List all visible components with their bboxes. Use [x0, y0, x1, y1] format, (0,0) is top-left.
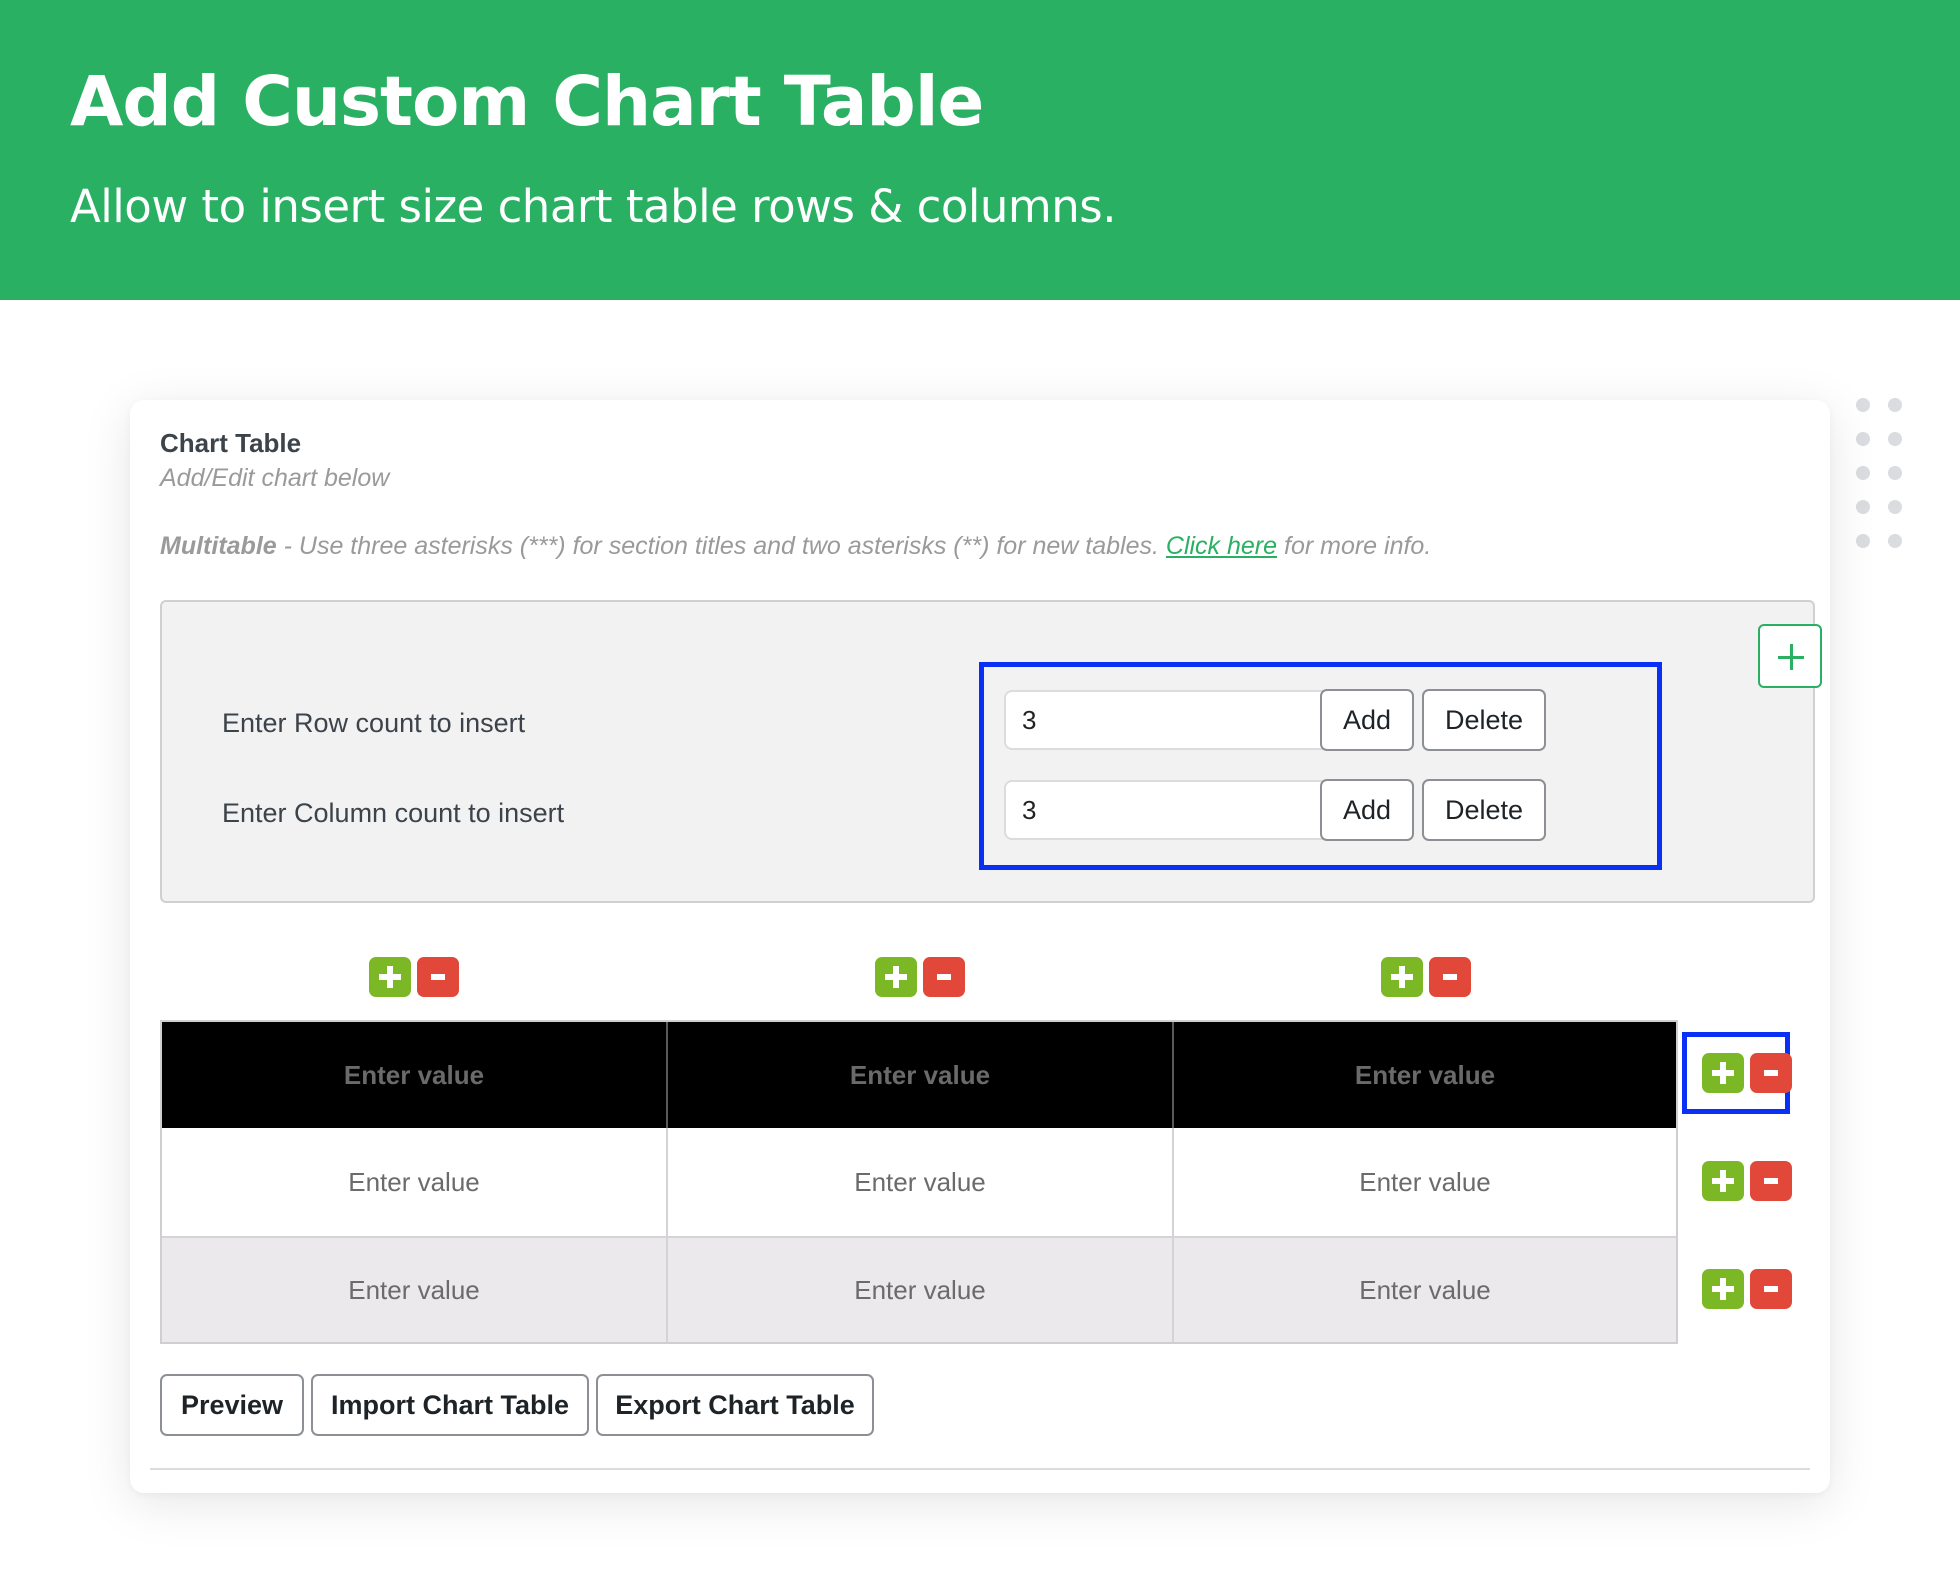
chart-table-grid: Enter value Enter value Enter value Ente… — [160, 1020, 1678, 1344]
add-column-icon[interactable] — [875, 957, 917, 997]
header-cell[interactable]: Enter value — [162, 1022, 668, 1128]
delete-column-button[interactable]: Delete — [1422, 779, 1546, 841]
import-chart-table-button[interactable]: Import Chart Table — [311, 1374, 589, 1436]
add-row-button[interactable]: Add — [1320, 689, 1414, 751]
insert-panel: Enter Row count to insert Enter Column c… — [160, 600, 1822, 903]
table-cell[interactable]: Enter value — [162, 1128, 668, 1236]
header-banner: Add Custom Chart Table Allow to insert s… — [0, 0, 1960, 300]
add-row-icon[interactable] — [1702, 1053, 1744, 1093]
dot-icon — [1888, 398, 1902, 412]
remove-row-icon[interactable] — [1750, 1053, 1792, 1093]
table-cell[interactable]: Enter value — [668, 1238, 1174, 1342]
add-row-icon[interactable] — [1702, 1269, 1744, 1309]
dot-icon — [1888, 500, 1902, 514]
dot-icon — [1856, 500, 1870, 514]
table-cell[interactable]: Enter value — [1174, 1128, 1676, 1236]
multitable-text: - Use three asterisks (***) for section … — [276, 532, 1166, 560]
multitable-label: Multitable — [160, 532, 277, 560]
card-divider — [150, 1468, 1810, 1470]
decorative-dots — [1856, 398, 1906, 558]
dot-icon — [1888, 466, 1902, 480]
table-cell[interactable]: Enter value — [1174, 1238, 1676, 1342]
dot-icon — [1856, 534, 1870, 548]
remove-row-icon[interactable] — [1750, 1161, 1792, 1201]
banner-title: Add Custom Chart Table — [70, 62, 984, 142]
dot-icon — [1888, 534, 1902, 548]
preview-button[interactable]: Preview — [160, 1374, 304, 1436]
add-column-icon[interactable] — [1381, 957, 1423, 997]
banner-subtitle: Allow to insert size chart table rows & … — [70, 180, 1117, 233]
table-cell[interactable]: Enter value — [162, 1238, 668, 1342]
card-subtitle: Add/Edit chart below — [160, 464, 390, 492]
remove-row-icon[interactable] — [1750, 1269, 1792, 1309]
card-title: Chart Table — [160, 428, 302, 458]
multitable-note: Multitable - Use three asterisks (***) f… — [160, 532, 1431, 561]
remove-column-icon[interactable] — [1429, 957, 1471, 997]
dot-icon — [1856, 466, 1870, 480]
chart-table-card: Chart Table Add/Edit chart below Multita… — [130, 400, 1830, 1493]
table-cell[interactable]: Enter value — [668, 1128, 1174, 1236]
export-chart-table-button[interactable]: Export Chart Table — [596, 1374, 874, 1436]
header-cell[interactable]: Enter value — [1174, 1022, 1676, 1128]
add-table-button[interactable] — [1758, 624, 1822, 688]
dot-icon — [1856, 432, 1870, 446]
dot-icon — [1888, 432, 1902, 446]
click-here-link[interactable]: Click here — [1166, 532, 1277, 560]
add-column-button[interactable]: Add — [1320, 779, 1414, 841]
row-count-label: Enter Row count to insert — [222, 708, 526, 738]
remove-column-icon[interactable] — [923, 957, 965, 997]
add-column-icon[interactable] — [369, 957, 411, 997]
add-row-icon[interactable] — [1702, 1161, 1744, 1201]
column-count-label: Enter Column count to insert — [222, 798, 565, 828]
dot-icon — [1856, 398, 1870, 412]
remove-column-icon[interactable] — [417, 957, 459, 997]
multitable-suffix: for more info. — [1277, 532, 1432, 560]
delete-row-button[interactable]: Delete — [1422, 689, 1546, 751]
header-cell[interactable]: Enter value — [668, 1022, 1174, 1128]
